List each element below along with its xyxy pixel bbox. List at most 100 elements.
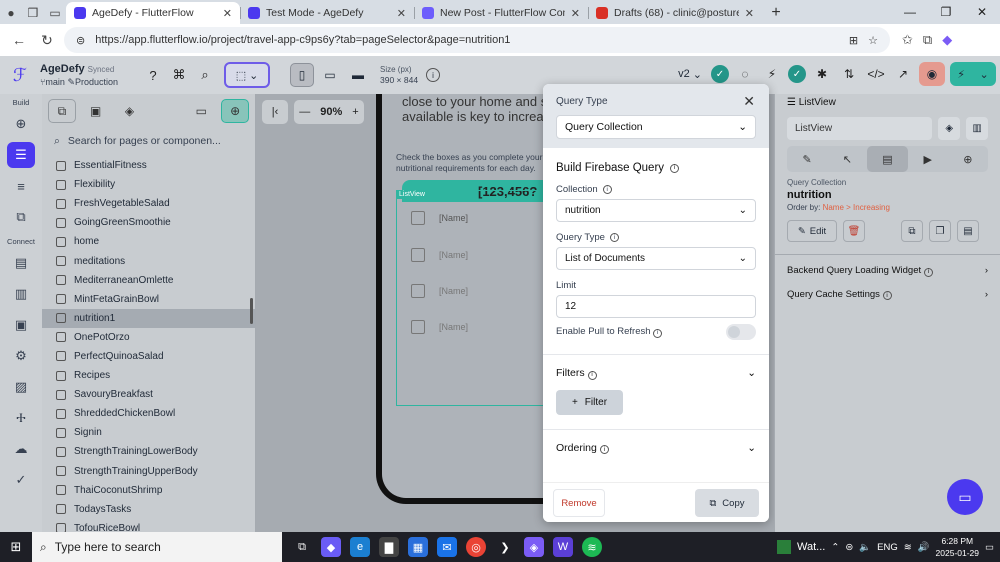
- command-icon[interactable]: ⌘: [166, 62, 192, 88]
- restore-icon[interactable]: ❐: [928, 0, 964, 24]
- zoom-in-icon[interactable]: +: [352, 100, 359, 124]
- taskbar-search[interactable]: ⌕ Type here to search: [32, 532, 282, 562]
- page-list-item[interactable]: GoingGreenSmoothie: [42, 213, 255, 232]
- page-list-item[interactable]: Recipes: [42, 366, 255, 385]
- reload-icon[interactable]: ↻: [36, 32, 58, 49]
- spotify-app-icon[interactable]: ≋: [582, 537, 602, 557]
- library-icon[interactable]: ◈: [938, 117, 961, 140]
- close-icon[interactable]: ✕: [743, 93, 755, 110]
- weather-icon[interactable]: [777, 540, 792, 554]
- page-selector-icon[interactable]: ☰: [7, 142, 35, 168]
- add-page-icon[interactable]: ⊕: [221, 99, 250, 123]
- open-external-icon[interactable]: ↗: [892, 63, 914, 85]
- workspaces-icon[interactable]: ❒: [22, 2, 44, 24]
- windows-start-icon[interactable]: ⊞: [0, 539, 32, 555]
- mail-app-icon[interactable]: ✉: [437, 537, 457, 557]
- query-type-dropdown[interactable]: Query Collection ⌄: [556, 115, 756, 139]
- tablet-device-icon[interactable]: ▭: [318, 63, 342, 87]
- notifications-icon[interactable]: ▭: [985, 542, 994, 553]
- browser-tab-3[interactable]: Drafts (68) - clinic@postureperfe ✕: [588, 2, 762, 24]
- bookmark-star-icon[interactable]: ☆: [868, 34, 878, 47]
- page-list-item[interactable]: StrengthTrainingUpperBody: [42, 462, 255, 481]
- localization-icon[interactable]: Ⰰ: [7, 405, 35, 431]
- info-icon[interactable]: i: [653, 328, 663, 338]
- tab-properties[interactable]: ✎: [787, 146, 827, 172]
- cloud-functions-icon[interactable]: ☁: [7, 436, 35, 462]
- copy-icon[interactable]: ❐: [929, 220, 951, 242]
- page-list-item[interactable]: SavouryBreakfast: [42, 385, 255, 404]
- profile-icon[interactable]: ●: [0, 2, 22, 24]
- pull-to-refresh-toggle[interactable]: [726, 324, 756, 340]
- browser-tab-2[interactable]: New Post - FlutterFlow Communi ✕: [414, 2, 588, 24]
- clock[interactable]: 6:28 PM 2025-01-29: [936, 535, 979, 559]
- search-icon[interactable]: ⌕: [192, 62, 218, 88]
- tab-animations[interactable]: ▶: [908, 146, 948, 172]
- loading-widget-row[interactable]: Backend Query Loading Widget i ›: [775, 254, 1000, 277]
- info-icon[interactable]: i: [602, 185, 612, 194]
- checkbox[interactable]: [411, 320, 425, 334]
- check-status-icon[interactable]: ✓: [711, 65, 729, 83]
- store-app-icon[interactable]: ▦: [408, 537, 428, 557]
- remove-button[interactable]: Remove: [553, 489, 605, 517]
- page-list-item[interactable]: PerfectQuinoaSalad: [42, 347, 255, 366]
- close-tab-icon[interactable]: ✕: [571, 7, 580, 20]
- delete-icon[interactable]: 🗑: [843, 220, 865, 242]
- edit-query-button[interactable]: ✎ Edit: [787, 220, 837, 242]
- page-list-item[interactable]: MintFetaGrainBowl: [42, 290, 255, 309]
- tab-generate[interactable]: ⊕: [948, 146, 988, 172]
- page-list-item[interactable]: EssentialFitness: [42, 156, 255, 175]
- site-info-icon[interactable]: ⊜: [76, 34, 85, 47]
- network-icon[interactable]: ⊜: [845, 542, 853, 553]
- close-window-icon[interactable]: ✕: [964, 0, 1000, 24]
- page-list-scrollbar[interactable]: [250, 298, 253, 324]
- info-icon[interactable]: i: [882, 291, 892, 300]
- info-icon[interactable]: i: [923, 267, 933, 277]
- lightning-sync-icon[interactable]: ⚡: [761, 63, 783, 85]
- page-list-item[interactable]: home: [42, 232, 255, 251]
- code-icon[interactable]: </>: [865, 63, 887, 85]
- widget-tree-icon[interactable]: ≡: [7, 173, 35, 199]
- more-icon[interactable]: ▥: [966, 117, 988, 140]
- page-list-item[interactable]: OnePotOrzo: [42, 328, 255, 347]
- project-info[interactable]: AgeDefy Synced ⑂main ✎Production: [40, 63, 140, 88]
- task-view-icon[interactable]: ⧉: [292, 537, 312, 557]
- browser-tab-0[interactable]: AgeDefy - FlutterFlow ✕: [66, 2, 240, 24]
- collections-icon[interactable]: ⧉: [923, 32, 932, 48]
- copilot-app-icon[interactable]: ◆: [321, 537, 341, 557]
- url-field[interactable]: ⊜ https://app.flutterflow.io/project/tra…: [64, 27, 890, 53]
- phone-device-icon[interactable]: ▯: [290, 63, 314, 87]
- filters-section[interactable]: Filters i ⌄: [556, 367, 756, 380]
- custom-code-icon[interactable]: ⚙: [7, 343, 35, 369]
- page-list-item[interactable]: Signin: [42, 423, 255, 442]
- version-selector[interactable]: v2 ⌄: [674, 68, 706, 81]
- help-icon[interactable]: ?: [140, 62, 166, 88]
- list-item[interactable]: [Name]: [411, 284, 468, 298]
- branch-icon[interactable]: ⇅: [838, 63, 860, 85]
- checkbox[interactable]: [411, 211, 425, 225]
- paste-icon[interactable]: ▤: [957, 220, 979, 242]
- page-list-item[interactable]: ThaiCoconutShrimp: [42, 481, 255, 500]
- chevron-up-icon[interactable]: ⌃: [831, 542, 839, 553]
- storyboard-icon[interactable]: ⧉: [7, 204, 35, 230]
- speaker-icon[interactable]: 🔈: [859, 542, 871, 553]
- select-mode-button[interactable]: ⬚ ⌄: [224, 62, 270, 88]
- new-tab-icon[interactable]: +: [762, 2, 790, 24]
- tab-actions[interactable]: ↖: [827, 146, 867, 172]
- components-tab-icon[interactable]: ▣: [82, 99, 110, 123]
- page-list-item[interactable]: meditations: [42, 251, 255, 270]
- desktop-device-icon[interactable]: ▬: [346, 63, 370, 87]
- page-list-item[interactable]: ShreddedChickenBowl: [42, 404, 255, 423]
- media-assets-icon[interactable]: ▨: [7, 374, 35, 400]
- page-list-item[interactable]: FreshVegetableSalad: [42, 194, 255, 213]
- page-search[interactable]: ⌕ Search for pages or componen...: [42, 128, 255, 154]
- page-list-item[interactable]: TodaysTasks: [42, 500, 255, 519]
- close-tab-icon[interactable]: ✕: [223, 7, 232, 20]
- page-list-item[interactable]: StrengthTrainingLowerBody: [42, 442, 255, 461]
- add-widget-icon[interactable]: ⊕: [7, 111, 35, 137]
- info-icon[interactable]: i: [599, 445, 609, 454]
- ordering-section[interactable]: Ordering i ⌄: [556, 442, 756, 454]
- minimize-icon[interactable]: —: [892, 0, 928, 24]
- app-state-icon[interactable]: ▥: [7, 281, 35, 307]
- list-item[interactable]: [Name]: [411, 320, 468, 334]
- comments-icon[interactable]: ◌: [734, 63, 756, 85]
